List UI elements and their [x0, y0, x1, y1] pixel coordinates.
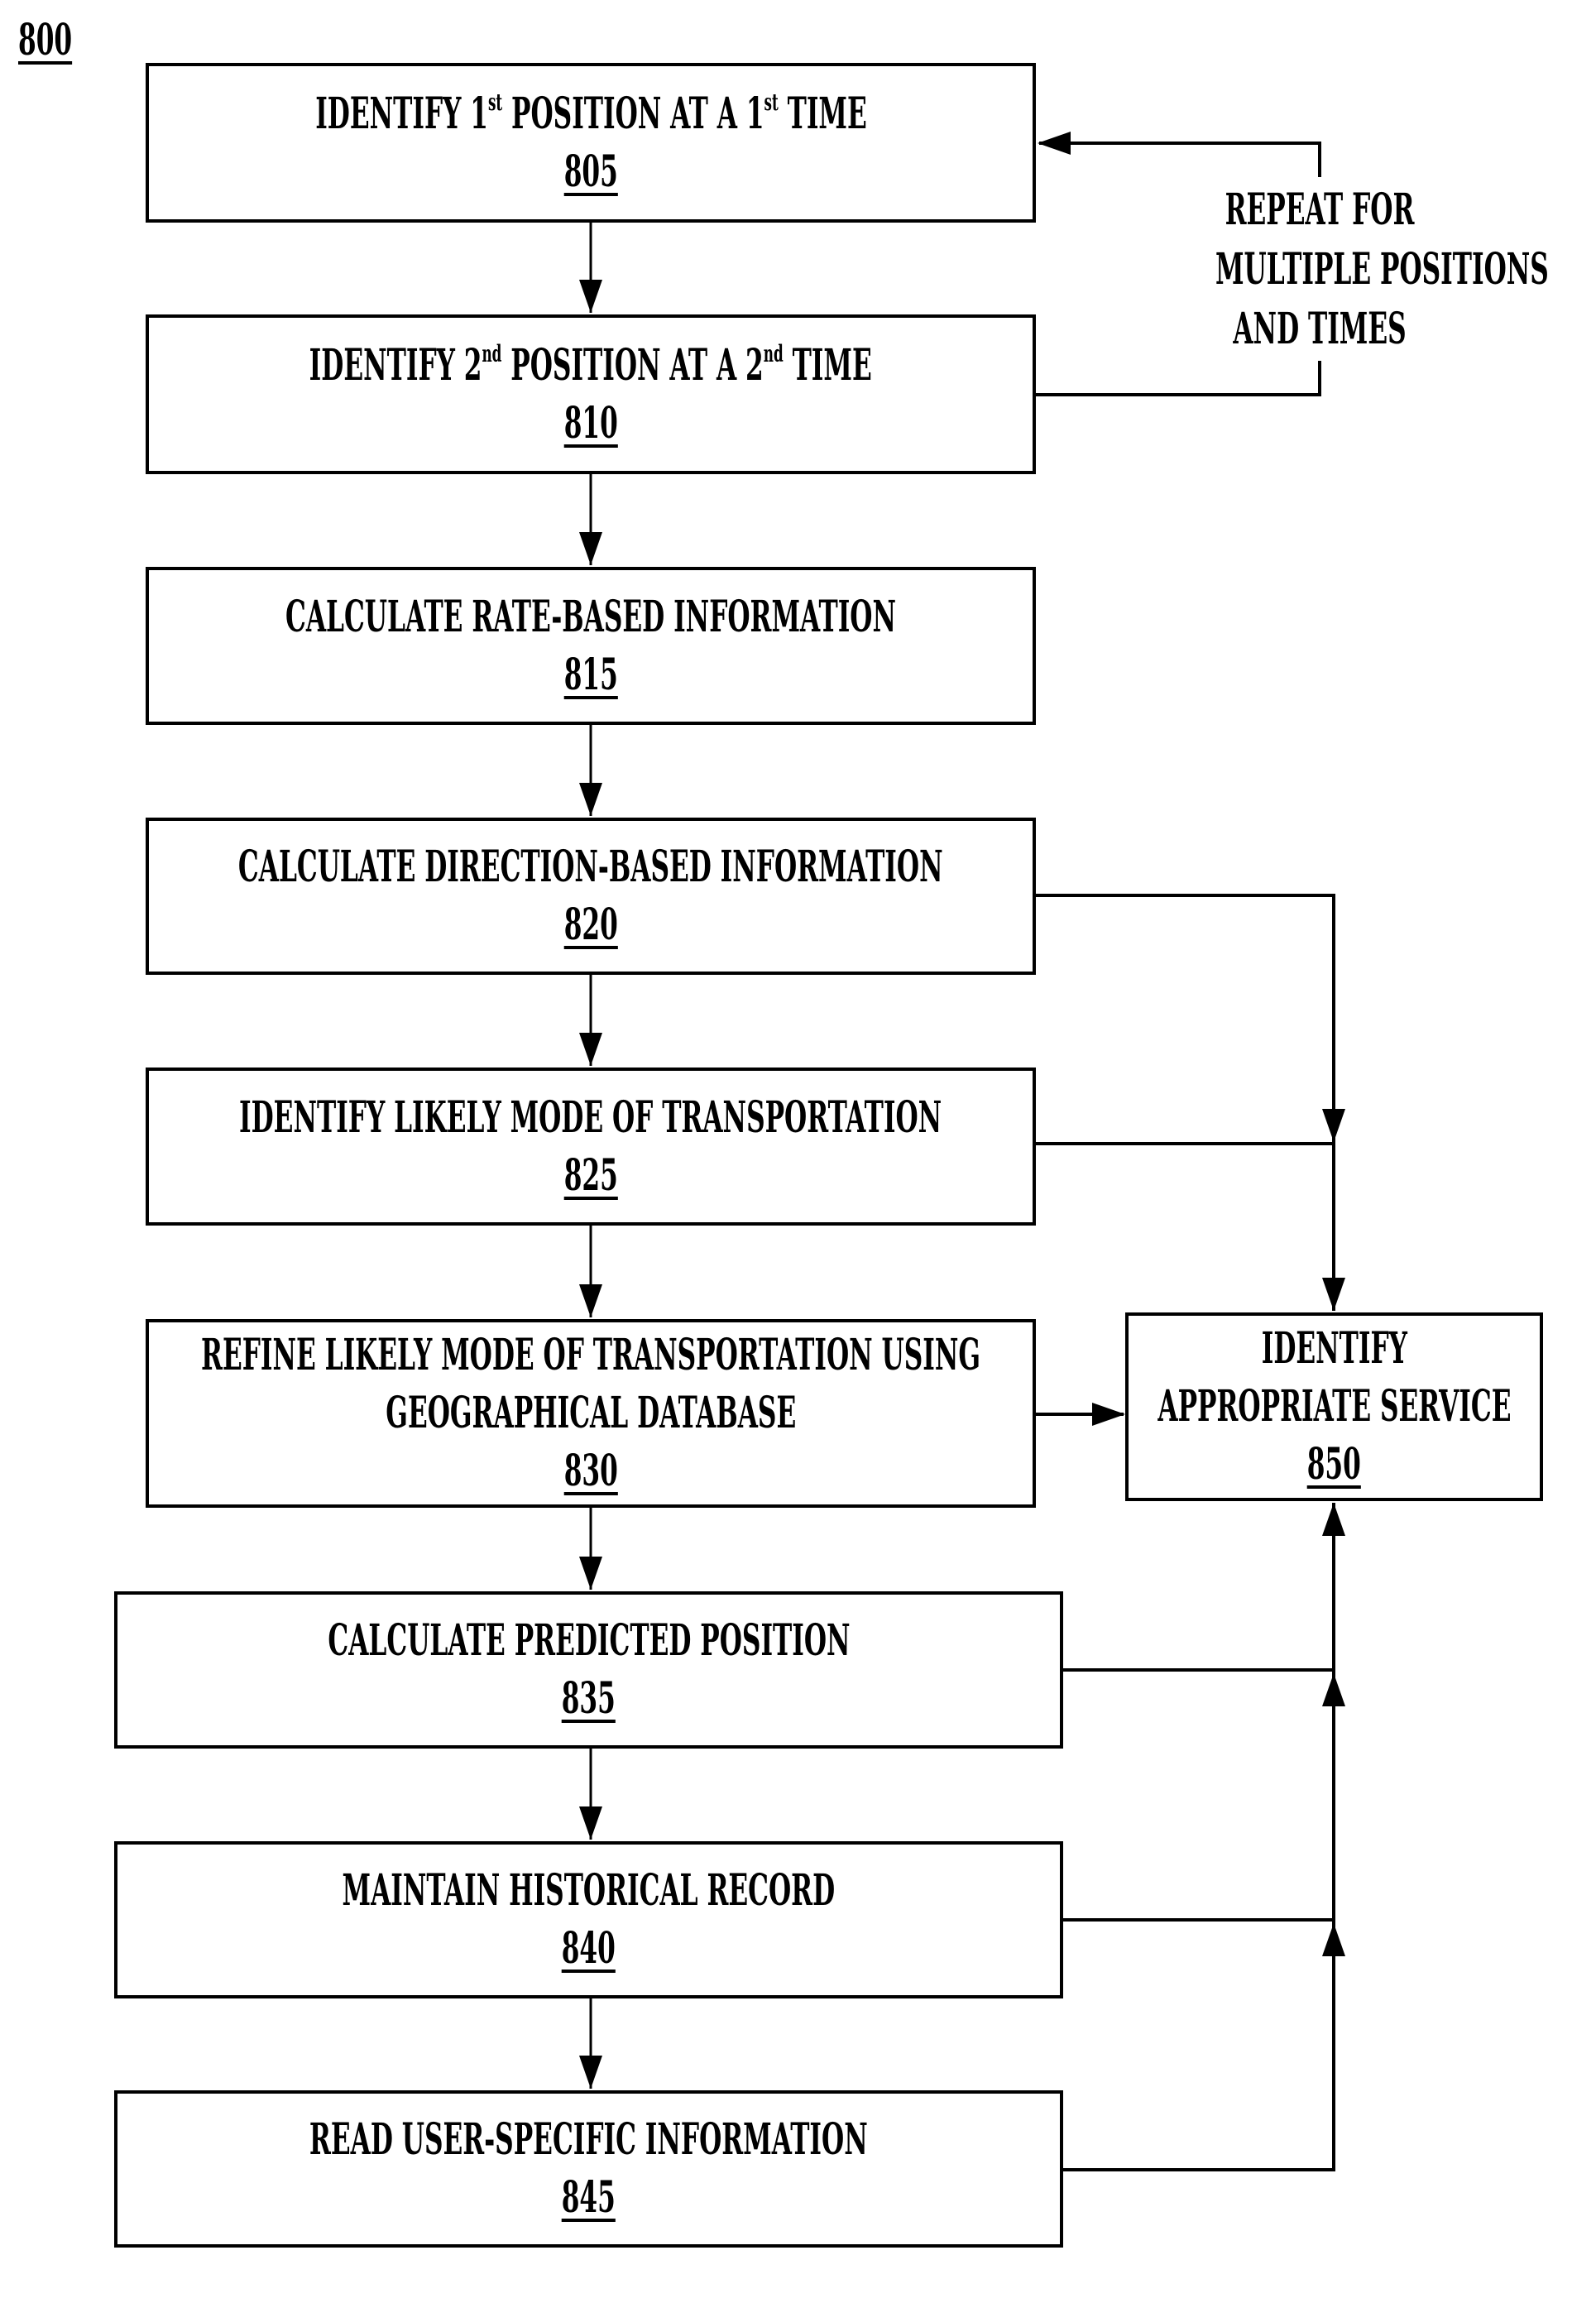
step-805-box: IDENTIFY 1st POSITION AT A 1st TIME 805 [146, 63, 1036, 223]
connector-820-to-850 [1036, 894, 1335, 1311]
connector-845-to-850 [1063, 1503, 1335, 2171]
service-label-line1: IDENTIFY [1261, 1323, 1407, 1374]
arrow-right-icon [1092, 1403, 1125, 1426]
repeat-loop-line-upper [1039, 142, 1321, 177]
step-825-box: IDENTIFY LIKELY MODE OF TRANSPORTATION 8… [146, 1068, 1036, 1226]
step-840-box: MAINTAIN HISTORICAL RECORD 840 [114, 1841, 1063, 1998]
step-815-ref: 815 [563, 649, 618, 700]
repeat-note-line1: REPEAT FOR [1225, 185, 1415, 235]
step-810-ref: 810 [563, 397, 618, 449]
step-830-ref: 830 [563, 1446, 618, 1496]
ordinal-superscript: nd [764, 339, 784, 367]
flow-arrow-down-icon [579, 532, 602, 565]
step-845-label: READ USER-SPECIFIC INFORMATION [309, 2114, 868, 2165]
flow-arrow-down-icon [579, 2056, 602, 2089]
repeat-loop-line-lower [1036, 361, 1321, 396]
step-820-box: CALCULATE DIRECTION-BASED INFORMATION 82… [146, 818, 1036, 975]
step-805-label: IDENTIFY 1st POSITION AT A 1st TIME [314, 88, 867, 139]
ordinal-superscript: st [764, 88, 779, 116]
repeat-note-line2: MULTIPLE POSITIONS [1215, 244, 1549, 295]
step-805-ref: 805 [563, 146, 618, 197]
step-835-label: CALCULATE PREDICTED POSITION [327, 1615, 851, 1666]
service-label-line2: APPROPRIATE SERVICE [1157, 1381, 1512, 1432]
step-825-ref: 825 [563, 1149, 618, 1201]
step-835-box: CALCULATE PREDICTED POSITION 835 [114, 1591, 1063, 1749]
step-840-ref: 840 [561, 1923, 616, 1974]
step-820-label: CALCULATE DIRECTION-BASED INFORMATION [238, 842, 943, 892]
step-830-box: REFINE LIKELY MODE OF TRANSPORTATION USI… [146, 1319, 1036, 1508]
step-840-label: MAINTAIN HISTORICAL RECORD [342, 1865, 836, 1916]
flow-arrow-down-icon [579, 1806, 602, 1840]
step-815-box: CALCULATE RATE-BASED INFORMATION 815 [146, 567, 1036, 725]
flow-arrow-down-icon [579, 1284, 602, 1317]
repeat-loop-arrow-icon [1038, 132, 1071, 155]
flow-arrow-down-icon [579, 1557, 602, 1590]
step-845-box: READ USER-SPECIFIC INFORMATION 845 [114, 2090, 1063, 2248]
step-835-ref: 835 [561, 1673, 616, 1724]
service-ref: 850 [1306, 1439, 1362, 1490]
step-825-label: IDENTIFY LIKELY MODE OF TRANSPORTATION [239, 1092, 942, 1143]
step-830-label-line2: GEOGRAPHICAL DATABASE [386, 1388, 796, 1438]
arrow-into-850-icon [1322, 1278, 1345, 1311]
flowchart: 800 IDENTIFY 1st POSITION AT A 1st TIME … [0, 0, 1596, 2303]
step-830-label-line1: REFINE LIKELY MODE OF TRANSPORTATION USI… [200, 1330, 981, 1380]
ordinal-superscript: st [487, 88, 502, 116]
step-820-ref: 820 [563, 900, 618, 950]
ordinal-superscript: nd [482, 339, 502, 367]
step-845-ref: 845 [561, 2172, 616, 2223]
arrow-up-into-850-icon [1322, 1503, 1345, 1536]
repeat-note-line3: AND TIMES [1233, 304, 1407, 354]
flow-arrow-down-icon [579, 280, 602, 313]
step-810-label: IDENTIFY 2nd POSITION AT A 2nd TIME [309, 339, 873, 391]
step-810-box: IDENTIFY 2nd POSITION AT A 2nd TIME 810 [146, 314, 1036, 474]
service-850-box: IDENTIFY APPROPRIATE SERVICE 850 [1125, 1312, 1543, 1501]
arrow-up-icon [1322, 1673, 1345, 1706]
arrow-up-icon [1322, 1923, 1345, 1956]
arrow-down-icon [1322, 1109, 1345, 1142]
repeat-loop-note: REPEAT FOR MULTIPLE POSITIONS AND TIMES [1146, 180, 1549, 359]
flow-arrow-down-icon [579, 1033, 602, 1066]
flow-arrow-down-icon [579, 783, 602, 816]
step-815-label: CALCULATE RATE-BASED INFORMATION [285, 591, 896, 642]
